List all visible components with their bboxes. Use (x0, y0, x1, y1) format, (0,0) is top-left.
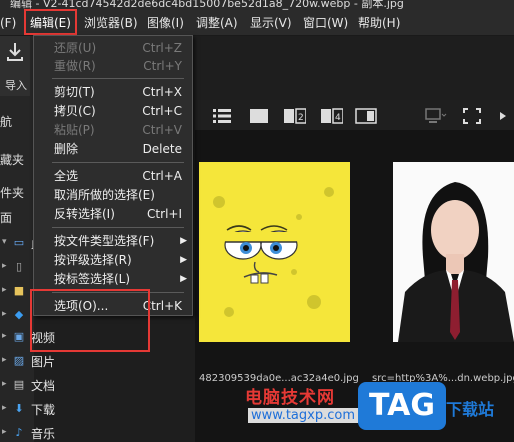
quad-view-icon[interactable]: 4 (321, 108, 344, 124)
chevron-right-icon[interactable]: ▸ (2, 261, 7, 271)
menu-view[interactable]: 显示(V) (250, 14, 292, 32)
tree-item-pictures[interactable]: ▸ ▨ 图片 (0, 351, 190, 371)
dual-view-icon[interactable]: 2 (284, 108, 307, 124)
menu-item-select-by-rating[interactable]: 按评级选择(R) ▶ (34, 251, 192, 269)
chevron-right-icon[interactable]: ▸ (2, 379, 7, 389)
chevron-right-icon[interactable]: ▸ (2, 355, 7, 365)
chevron-right-icon[interactable]: ▸ (2, 331, 7, 341)
menu-item-select-by-type[interactable]: 按文件类型选择(F) ▶ (34, 232, 192, 250)
import-label[interactable]: 导入 (5, 77, 27, 93)
tree-item-label: 音乐 (31, 427, 56, 441)
compare-view-icon[interactable] (355, 108, 377, 124)
chevron-right-icon[interactable]: ▸ (2, 403, 7, 413)
tag-logo: TAG (358, 382, 446, 430)
menu-item-select-all[interactable]: 全选 Ctrl+A (34, 167, 192, 185)
menu-item-delete[interactable]: 删除 Delete (34, 140, 192, 158)
menu-item-deselect[interactable]: 取消所做的选择(E) (34, 186, 192, 204)
menu-separator (52, 78, 184, 79)
desktop-node[interactable]: 面 (0, 209, 12, 226)
watermark-url: www.tagxp.com (248, 408, 358, 423)
tree-item-downloads[interactable]: ▸ ⬇ 下载 (0, 399, 190, 419)
svg-text:4: 4 (335, 113, 341, 123)
menu-browser[interactable]: 浏览器(B) (84, 14, 138, 32)
menu-item-redo[interactable]: 重做(R) Ctrl+Y (34, 57, 192, 75)
tree-item-label: 图片 (31, 355, 56, 369)
view-toolbar: 2 4 (195, 100, 514, 130)
screen-icon[interactable] (423, 108, 447, 124)
chevron-down-icon[interactable]: ▾ (2, 237, 7, 247)
menu-item-undo[interactable]: 还原(U) Ctrl+Z (34, 39, 192, 57)
pc-icon: ▭ (13, 236, 25, 249)
edit-menu-highlight (24, 9, 77, 35)
document-icon: ▤ (13, 378, 25, 391)
menu-item-select-by-tag[interactable]: 按标签选择(L) ▶ (34, 270, 192, 288)
menu-separator (52, 162, 184, 163)
options-highlight (30, 289, 150, 352)
menu-bar: (F) 编辑(E) 浏览器(B) 图像(I) 调整(A) 显示(V) 窗口(W)… (0, 10, 514, 36)
import-icon[interactable] (6, 42, 24, 62)
submenu-arrow-icon: ▶ (180, 255, 187, 265)
dropbox-icon: ◆ (14, 308, 24, 321)
menu-help[interactable]: 帮助(H) (358, 14, 400, 32)
music-icon: ♪ (15, 426, 23, 439)
watermark-sub: 下载站 (446, 400, 495, 419)
picture-icon: ▨ (13, 354, 25, 367)
svg-text:2: 2 (298, 113, 304, 123)
chevron-right-icon[interactable]: ▸ (2, 285, 7, 295)
chevron-right-icon[interactable]: ▸ (2, 427, 7, 437)
title-bar: 编辑 - V2-41cd74542d2de6dc4bd15007be52d1a8… (0, 0, 514, 10)
download-icon: ⬇ (14, 402, 24, 415)
folders-tab[interactable]: 件夹 (0, 184, 24, 201)
tree-item-documents[interactable]: ▸ ▤ 文档 (0, 375, 190, 395)
list-view-icon[interactable] (213, 108, 231, 124)
menu-item-copy[interactable]: 拷贝(C) Ctrl+C (34, 102, 192, 120)
edit-menu-dropdown: 还原(U) Ctrl+Z 重做(R) Ctrl+Y 剪切(T) Ctrl+X 拷贝(C… (33, 35, 193, 316)
video-icon: ▣ (13, 330, 25, 343)
menu-image[interactable]: 图像(I) (147, 14, 184, 32)
menu-item-paste[interactable]: 粘贴(P) Ctrl+V (34, 121, 192, 139)
fullscreen-icon[interactable] (463, 108, 481, 124)
chevron-right-icon[interactable]: ▸ (2, 309, 7, 319)
file-icon: ▯ (15, 260, 23, 273)
menu-separator (52, 227, 184, 228)
tree-item-music[interactable]: ▸ ♪ 音乐 (0, 423, 190, 442)
scroll-right-icon[interactable] (498, 108, 514, 124)
single-view-icon[interactable] (249, 108, 269, 124)
tree-item-label: 文档 (31, 379, 56, 393)
import-toolbar: 导入 (0, 36, 30, 96)
menu-file[interactable]: (F) (0, 14, 16, 32)
menu-item-cut[interactable]: 剪切(T) Ctrl+X (34, 83, 192, 101)
tree-item-label: 下载 (31, 403, 56, 417)
menu-adjust[interactable]: 调整(A) (196, 14, 238, 32)
menu-item-invert-selection[interactable]: 反转选择(I) Ctrl+I (34, 205, 192, 223)
menu-window[interactable]: 窗口(W) (303, 14, 348, 32)
thumbnail-spongebob[interactable] (199, 162, 350, 342)
folder-icon: ■ (13, 284, 25, 297)
thumbnail-portrait[interactable] (393, 162, 514, 342)
nav-tab[interactable]: 航 (0, 113, 12, 130)
favorites-tab[interactable]: 藏夹 (0, 151, 24, 168)
submenu-arrow-icon: ▶ (180, 236, 187, 246)
submenu-arrow-icon: ▶ (180, 274, 187, 284)
watermark-text: 电脑技术网 (245, 388, 335, 408)
